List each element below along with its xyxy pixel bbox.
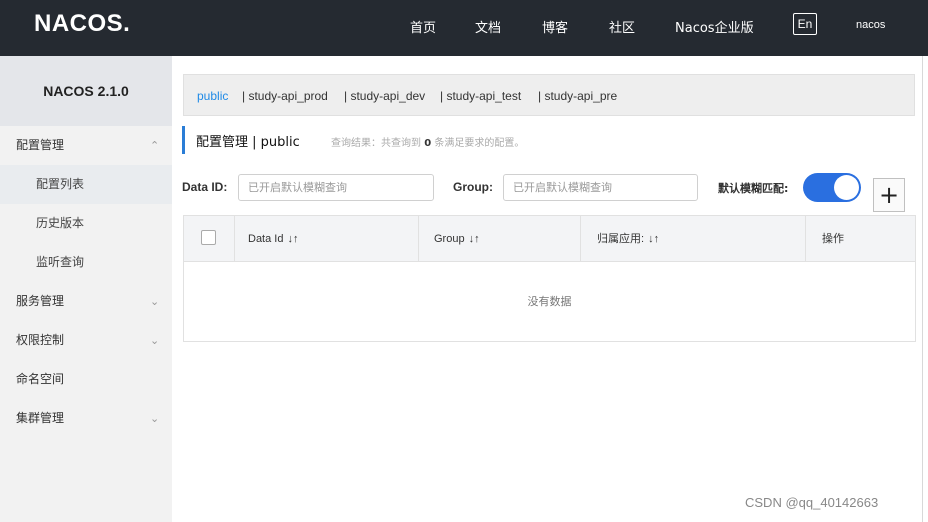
fuzzy-match-label: 默认模糊匹配: <box>718 182 789 195</box>
sort-icon[interactable]: ↓↑ <box>469 233 480 245</box>
sidebar-item-service-management[interactable]: 服务管理 ⌄ <box>0 282 172 321</box>
nav-community-link[interactable]: 社区 <box>609 17 635 36</box>
column-label: 归属应用: <box>597 233 645 245</box>
query-suffix: 条满足要求的配置。 <box>434 138 525 149</box>
column-label: Data Id <box>248 233 284 245</box>
user-menu[interactable]: nacos <box>856 19 885 31</box>
sidebar-item-cluster-management[interactable]: 集群管理 ⌄ <box>0 399 172 438</box>
page-title: 配置管理 | public <box>196 135 300 150</box>
column-label: Group <box>434 233 465 245</box>
namespace-study-api-dev[interactable]: | study-api_dev <box>344 89 425 103</box>
data-id-label: Data ID: <box>182 180 228 194</box>
sidebar-item-label: 权限控制 <box>16 333 65 347</box>
namespace-public[interactable]: public <box>197 89 228 103</box>
sort-icon[interactable]: ↓↑ <box>648 233 659 245</box>
page-right-border <box>922 56 923 522</box>
sidebar-item-label: 历史版本 <box>36 216 85 230</box>
column-divider <box>234 216 235 262</box>
column-divider <box>580 216 581 262</box>
column-header-data-id[interactable]: Data Id ↓↑ <box>248 216 298 262</box>
sidebar-item-label: 监听查询 <box>36 255 85 269</box>
sort-icon[interactable]: ↓↑ <box>287 233 298 245</box>
top-navbar: NACOS. 首页 文档 博客 社区 Nacos企业版 En nacos <box>0 0 928 56</box>
column-divider <box>805 216 806 262</box>
chevron-up-icon: ⌃ <box>150 139 160 152</box>
version-label: NACOS 2.1.0 <box>0 56 172 126</box>
watermark: CSDN @qq_40142663 <box>745 495 879 510</box>
chevron-down-icon: ⌄ <box>150 295 160 308</box>
chevron-down-icon: ⌄ <box>150 334 160 347</box>
nacos-logo[interactable]: NACOS. <box>34 10 130 38</box>
group-label: Group: <box>453 180 493 194</box>
query-result-text: 查询结果：共查询到 0 条满足要求的配置。 <box>331 134 524 149</box>
namespace-study-api-prod[interactable]: | study-api_prod <box>242 89 328 103</box>
nav-docs-link[interactable]: 文档 <box>475 17 501 36</box>
column-header-app[interactable]: 归属应用: ↓↑ <box>597 216 659 262</box>
namespace-study-api-pre[interactable]: | study-api_pre <box>538 89 617 103</box>
query-count: 0 <box>424 138 432 149</box>
config-table: Data Id ↓↑ Group ↓↑ 归属应用: ↓↑ 操作 没有数据 <box>183 215 916 342</box>
sidebar-item-history[interactable]: 历史版本 <box>0 204 172 243</box>
add-config-button[interactable]: + <box>873 178 905 212</box>
column-header-actions: 操作 <box>822 233 844 245</box>
sidebar-item-config-list[interactable]: 配置列表 <box>0 165 172 204</box>
group-input[interactable]: 已开启默认模糊查询 <box>503 174 698 201</box>
sidebar: NACOS 2.1.0 配置管理 ⌃ 配置列表 历史版本 监听查询 服务管理 ⌄… <box>0 56 172 522</box>
nav-home-link[interactable]: 首页 <box>410 17 436 36</box>
sidebar-item-listener-query[interactable]: 监听查询 <box>0 243 172 282</box>
namespace-bar: public | study-api_prod | study-api_dev … <box>183 74 915 116</box>
select-all-checkbox[interactable] <box>201 230 216 245</box>
sidebar-item-label: 集群管理 <box>16 411 65 425</box>
title-accent-bar <box>182 126 185 154</box>
sidebar-item-config-management[interactable]: 配置管理 ⌃ <box>0 126 172 165</box>
column-divider <box>418 216 419 262</box>
toggle-knob <box>834 175 859 200</box>
chevron-down-icon: ⌄ <box>150 412 160 425</box>
sidebar-item-access-control[interactable]: 权限控制 ⌄ <box>0 321 172 360</box>
nav-enterprise-link[interactable]: Nacos企业版 <box>675 17 754 36</box>
empty-state-text: 没有数据 <box>527 295 572 308</box>
column-header-group[interactable]: Group ↓↑ <box>434 216 480 262</box>
fuzzy-match-toggle[interactable] <box>803 173 861 202</box>
sidebar-item-label: 命名空间 <box>16 372 65 386</box>
language-switch-button[interactable]: En <box>793 13 817 35</box>
namespace-study-api-test[interactable]: | study-api_test <box>440 89 521 103</box>
table-header: Data Id ↓↑ Group ↓↑ 归属应用: ↓↑ 操作 <box>184 216 915 262</box>
query-prefix: 查询结果：共查询到 <box>331 138 421 149</box>
nav-blog-link[interactable]: 博客 <box>542 17 568 36</box>
sidebar-item-namespace[interactable]: 命名空间 <box>0 360 172 399</box>
sidebar-item-label: 服务管理 <box>16 294 65 308</box>
sidebar-item-label: 配置列表 <box>36 177 85 191</box>
data-id-input[interactable]: 已开启默认模糊查询 <box>238 174 434 201</box>
sidebar-item-label: 配置管理 <box>16 138 65 152</box>
